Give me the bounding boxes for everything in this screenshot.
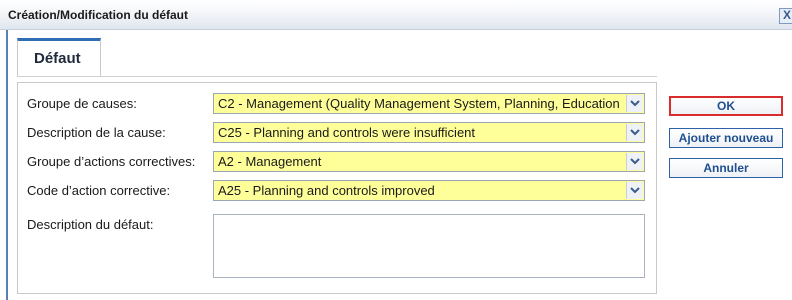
dialog-left-border bbox=[6, 30, 8, 300]
chevron-down-icon[interactable] bbox=[626, 182, 643, 199]
dialog-titlebar: Création/Modification du défaut X bbox=[0, 0, 792, 30]
cause-group-value: C2 - Management (Quality Management Syst… bbox=[218, 96, 620, 111]
cause-description-value: C25 - Planning and controls were insuffi… bbox=[218, 125, 476, 140]
cause-description-label: Description de la cause: bbox=[27, 125, 166, 140]
defect-description-label: Description du défaut: bbox=[27, 217, 154, 232]
dialog-title: Création/Modification du défaut bbox=[8, 8, 188, 22]
corrective-action-group-value: A2 - Management bbox=[218, 154, 322, 169]
corrective-action-code-value: A25 - Planning and controls improved bbox=[218, 183, 435, 198]
corrective-action-code-select[interactable]: A25 - Planning and controls improved bbox=[213, 180, 645, 201]
tab-defaut[interactable]: Défaut bbox=[17, 38, 101, 76]
cause-description-select[interactable]: C25 - Planning and controls were insuffi… bbox=[213, 122, 645, 143]
corrective-action-group-select[interactable]: A2 - Management bbox=[213, 151, 645, 172]
chevron-down-icon[interactable] bbox=[626, 95, 643, 112]
defect-dialog: Création/Modification du défaut X Défaut… bbox=[0, 0, 792, 300]
cause-group-label: Groupe de causes: bbox=[27, 96, 137, 111]
tab-divider bbox=[17, 76, 657, 77]
close-icon[interactable]: X bbox=[779, 8, 792, 24]
chevron-down-icon[interactable] bbox=[626, 153, 643, 170]
chevron-down-icon[interactable] bbox=[626, 124, 643, 141]
cause-group-select[interactable]: C2 - Management (Quality Management Syst… bbox=[213, 93, 645, 114]
corrective-action-code-label: Code d’action corrective: bbox=[27, 183, 171, 198]
ok-button[interactable]: OK bbox=[669, 96, 783, 116]
tab-defaut-label: Défaut bbox=[34, 50, 81, 67]
corrective-action-group-label: Groupe d’actions correctives: bbox=[27, 154, 196, 169]
cancel-button[interactable]: Annuler bbox=[669, 158, 783, 178]
add-new-button[interactable]: Ajouter nouveau bbox=[669, 128, 783, 148]
defect-description-textarea[interactable] bbox=[213, 214, 645, 278]
